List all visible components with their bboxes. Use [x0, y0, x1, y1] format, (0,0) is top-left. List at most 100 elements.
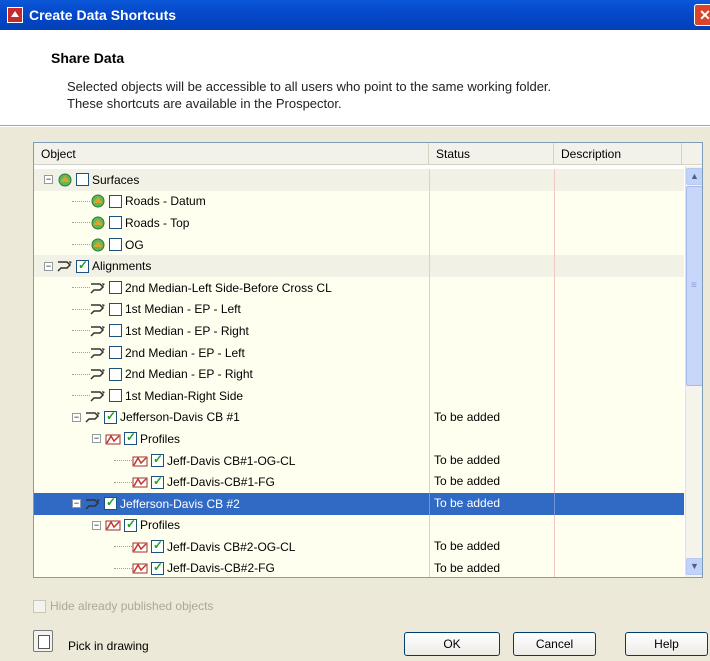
column-header-status[interactable]: Status	[429, 143, 554, 165]
row-checkbox[interactable]	[124, 517, 137, 532]
tree-row-description[interactable]	[554, 276, 681, 299]
pick-in-drawing-button[interactable]	[33, 630, 53, 652]
tree-row-description[interactable]	[554, 471, 681, 493]
tree-row[interactable]: − Jefferson-Davis CB #1 To be added	[34, 406, 684, 429]
collapse-toggle-icon[interactable]: −	[44, 261, 53, 271]
title-bar: Create Data Shortcuts ✕	[0, 0, 710, 30]
row-checkbox[interactable]	[109, 346, 122, 360]
collapse-toggle-icon[interactable]: −	[44, 175, 53, 185]
scroll-down-button[interactable]: ▼	[686, 558, 702, 575]
tree-row[interactable]: 2nd Median - EP - Right	[34, 363, 684, 385]
tree-row-description[interactable]	[554, 255, 681, 277]
tree-row-object: − Jefferson-Davis CB #1	[72, 407, 240, 429]
tree-row-description[interactable]	[554, 298, 681, 321]
hide-published-checkbox[interactable]: Hide already published objects	[33, 599, 213, 613]
collapse-toggle-icon[interactable]: −	[72, 499, 81, 509]
tree-row[interactable]: − Surfaces	[34, 169, 684, 191]
tree-row-label: Roads - Top	[125, 215, 190, 230]
row-checkbox[interactable]	[124, 430, 137, 446]
tree-row-status	[429, 428, 554, 450]
tree-row[interactable]: OG	[34, 233, 684, 256]
tree-row-description[interactable]	[554, 233, 681, 256]
row-checkbox[interactable]	[109, 367, 122, 381]
tree-row[interactable]: 2nd Median-Left Side-Before Cross CL	[34, 276, 684, 299]
tree-row[interactable]: Jeff-Davis-CB#1-FG To be added	[34, 471, 684, 493]
column-header-row: Object Status Description	[34, 143, 702, 165]
tree-row-status	[429, 363, 554, 385]
hide-published-label: Hide already published objects	[50, 599, 214, 613]
row-checkbox[interactable]	[109, 389, 122, 403]
tree-row-label: 2nd Median - EP - Left	[125, 345, 245, 360]
row-checkbox[interactable]	[151, 538, 164, 554]
tree-connector	[114, 460, 132, 462]
tree-row-description[interactable]	[554, 536, 681, 558]
tree-row-object: − Jefferson-Davis CB #2	[72, 493, 240, 515]
scroll-thumb[interactable]	[686, 186, 702, 386]
row-checkbox[interactable]	[109, 238, 122, 252]
collapse-toggle-icon[interactable]: −	[92, 434, 101, 444]
row-checkbox[interactable]	[109, 281, 122, 295]
tree-row-object: − Surfaces	[44, 169, 139, 191]
row-checkbox[interactable]	[109, 302, 122, 316]
row-checkbox[interactable]	[151, 452, 164, 468]
tree-row[interactable]: 1st Median - EP - Right	[34, 320, 684, 342]
row-checkbox[interactable]	[109, 216, 122, 230]
row-checkbox[interactable]	[109, 324, 122, 338]
tree-row[interactable]: Roads - Top	[34, 212, 684, 234]
tree-row-description[interactable]	[554, 428, 681, 450]
tree-row[interactable]: − Jefferson-Davis CB #2 To be added	[34, 492, 684, 515]
description-line-2: These shortcuts are available in the Pro…	[67, 96, 342, 111]
tree-connector	[114, 567, 132, 569]
tree-row[interactable]: 1st Median - EP - Left	[34, 298, 684, 321]
row-checkbox[interactable]	[104, 495, 117, 511]
collapse-toggle-icon[interactable]: −	[92, 520, 101, 530]
tree-row-description[interactable]	[554, 557, 681, 577]
tree-row[interactable]: Roads - Datum	[34, 190, 684, 213]
tree-row-description[interactable]	[554, 514, 681, 537]
profile-icon	[132, 454, 148, 468]
column-header-description[interactable]: Description	[554, 143, 682, 165]
row-checkbox[interactable]	[104, 409, 117, 424]
tree-row-description[interactable]	[554, 449, 681, 472]
tree-row-status	[429, 514, 554, 537]
tree-row[interactable]: 2nd Median - EP - Left	[34, 341, 684, 364]
tree-row-label: Profiles	[140, 431, 181, 446]
help-button[interactable]: Help	[625, 632, 708, 656]
tree-row-label: 2nd Median-Left Side-Before Cross CL	[125, 280, 332, 295]
tree-row-status	[429, 255, 554, 277]
hide-published-box[interactable]	[33, 599, 46, 613]
close-button[interactable]: ✕	[694, 4, 710, 26]
tree-row-status	[429, 298, 554, 321]
tree-row-description[interactable]	[554, 406, 681, 429]
tree-row-description[interactable]	[554, 320, 681, 342]
tree-row-description[interactable]	[554, 363, 681, 385]
tree-row-description[interactable]	[554, 341, 681, 364]
header-description: Selected objects will be accessible to a…	[67, 78, 687, 112]
row-checkbox[interactable]	[76, 173, 89, 187]
scroll-up-button[interactable]: ▲	[686, 168, 702, 185]
row-checkbox[interactable]	[109, 194, 122, 208]
vertical-scrollbar[interactable]: ▲ ▼	[685, 166, 702, 577]
tree-row-description[interactable]	[554, 169, 681, 191]
tree-row[interactable]: Jeff-Davis CB#2-OG-CL To be added	[34, 536, 684, 558]
cancel-button[interactable]: Cancel	[513, 632, 596, 656]
collapse-toggle-icon[interactable]: −	[72, 412, 81, 422]
column-header-object[interactable]: Object	[34, 143, 429, 165]
tree-row[interactable]: − Alignments	[34, 255, 684, 277]
tree-row[interactable]: Jeff-Davis CB#1-OG-CL To be added	[34, 449, 684, 472]
tree-row[interactable]: − Profiles	[34, 514, 684, 537]
tree-connector	[72, 200, 90, 202]
tree-row[interactable]: − Profiles	[34, 428, 684, 450]
tree-row-description[interactable]	[554, 492, 681, 515]
row-checkbox[interactable]	[151, 560, 164, 575]
tree-row[interactable]: 1st Median-Right Side	[34, 384, 684, 407]
tree-row-object: Jeff-Davis CB#1-OG-CL	[114, 450, 295, 472]
tree-row-description[interactable]	[554, 212, 681, 234]
tree-row-description[interactable]	[554, 190, 681, 213]
ok-button[interactable]: OK	[404, 632, 500, 656]
row-checkbox[interactable]	[76, 258, 89, 273]
object-tree-grid[interactable]: Object Status Description − Surfaces Roads…	[33, 142, 703, 578]
row-checkbox[interactable]	[151, 474, 164, 489]
tree-row-description[interactable]	[554, 384, 681, 407]
tree-row[interactable]: Jeff-Davis-CB#2-FG To be added	[34, 557, 684, 577]
